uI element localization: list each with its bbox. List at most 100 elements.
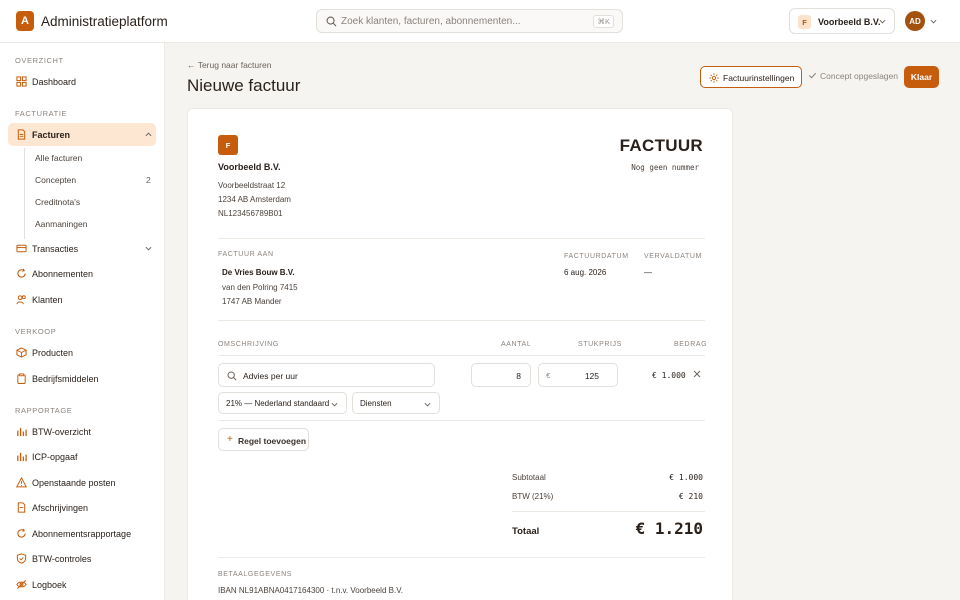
concepten-count: 2	[146, 175, 151, 185]
sidebar-item-klanten[interactable]: Klanten	[8, 288, 156, 311]
sidebar-item-btw-controles[interactable]: BTW-controles	[8, 547, 156, 570]
sidebar-item-label: Afschrijvingen	[32, 503, 89, 513]
done-button[interactable]: Klaar	[904, 66, 939, 88]
customer-address-line: van den Polring 7415	[222, 283, 298, 292]
avatar[interactable]: AD	[905, 11, 925, 31]
org-switcher[interactable]: F Voorbeeld B.V.	[789, 8, 895, 34]
back-link[interactable]: ← Terug naar facturen	[187, 60, 271, 70]
search-icon	[326, 16, 337, 27]
sidebar-item-label: Logboek	[32, 580, 67, 590]
chevron-down-icon	[145, 246, 152, 251]
add-line-button[interactable]: + Regel toevoegen	[218, 428, 309, 451]
vat-rate-value: 21% — Nederland standaard	[226, 399, 330, 408]
chevron-down-icon	[879, 19, 886, 24]
sidebar-item-transacties[interactable]: Transacties	[8, 237, 156, 260]
close-icon[interactable]	[693, 370, 701, 378]
category-value: Diensten	[360, 399, 392, 408]
line-description-value: Advies per uur	[243, 371, 298, 381]
sidebar-item-bedrijfsmiddelen[interactable]: Bedrijfsmiddelen	[8, 367, 156, 390]
sidebar-item-icp-opgaaf[interactable]: ICP-opgaaf	[8, 445, 156, 468]
sidebar-item-label: BTW-controles	[32, 554, 92, 564]
subtotal-value: € 1.000	[669, 473, 703, 482]
search-shortcut: ⌘K	[593, 15, 614, 28]
document-icon	[17, 502, 26, 513]
divider	[512, 511, 705, 512]
company-address-line: Voorbeeldstraat 12	[218, 181, 286, 190]
sidebar-section-label: VERKOOP	[15, 327, 57, 336]
chevron-down-icon	[424, 402, 431, 407]
check-icon	[808, 72, 817, 79]
line-qty-input[interactable]: 8	[471, 363, 531, 387]
column-amount: BEDRAG	[674, 341, 708, 348]
sidebar-item-abonnementsrapportage[interactable]: Abonnementsrapportage	[8, 522, 156, 545]
subtotal-label: Subtotaal	[512, 473, 546, 482]
total-label: Totaal	[512, 526, 540, 537]
column-qty: AANTAL	[501, 341, 532, 348]
sidebar-item-label: Transacties	[32, 244, 79, 254]
company-logo[interactable]: F	[218, 135, 238, 155]
invoice-date[interactable]: 6 aug. 2026	[564, 268, 606, 277]
line-description-input[interactable]: Advies per uur	[218, 363, 435, 387]
sidebar-item-label: Bedrijfsmiddelen	[32, 374, 99, 384]
payment-details: IBAN NL91ABNA0417164300 · t.n.v. Voorbee…	[218, 586, 404, 595]
sidebar-item-producten[interactable]: Producten	[8, 341, 156, 364]
divider	[218, 238, 705, 239]
org-badge: F	[798, 15, 811, 29]
sidebar-subitem-aanmaningen[interactable]: Aanmaningen	[35, 219, 87, 229]
clipboard-icon	[17, 373, 26, 384]
sidebar-item-abonnementen[interactable]: Abonnementen	[8, 262, 156, 285]
customer-address-line: 1747 AB Mander	[222, 297, 282, 306]
sidebar-item-label: Klanten	[32, 295, 63, 305]
sidebar-subitem-concepten[interactable]: Concepten	[35, 175, 76, 185]
sidebar-item-facturen[interactable]: Facturen	[8, 123, 156, 146]
line-price-input[interactable]: € 125	[538, 363, 618, 387]
search-placeholder: Zoek klanten, facturen, abonnementen...	[341, 16, 521, 27]
box-icon	[16, 347, 27, 358]
save-status-label: Concept opgeslagen	[820, 71, 898, 81]
bill-to-label: FACTUUR AAN	[218, 251, 274, 258]
vat-rate-select[interactable]: 21% — Nederland standaard	[218, 392, 347, 414]
sidebar-item-openstaande-posten[interactable]: Openstaande posten	[8, 471, 156, 494]
invoice-card: F Voorbeeld B.V. Voorbeeldstraat 12 1234…	[187, 108, 733, 600]
chevron-down-icon[interactable]	[930, 18, 937, 25]
sidebar-item-logboek[interactable]: Logboek	[8, 573, 156, 596]
due-date[interactable]: —	[644, 268, 652, 277]
currency-symbol: €	[546, 371, 551, 380]
sidebar-item-btw-overzicht[interactable]: BTW-overzicht	[8, 420, 156, 443]
due-date-label: VERVALDATUM	[644, 253, 702, 260]
sidebar-item-label: Abonnementsrapportage	[32, 529, 132, 539]
sidebar-item-afschrijvingen[interactable]: Afschrijvingen	[8, 496, 156, 519]
sidebar-item-label: Producten	[32, 348, 74, 358]
company-name: Voorbeeld B.V.	[218, 162, 281, 172]
app-logo[interactable]: A	[16, 11, 34, 31]
customer-name[interactable]: De Vries Bouw B.V.	[222, 268, 295, 277]
sidebar-item-label: BTW-overzicht	[32, 427, 91, 437]
save-status: Concept opgeslagen	[808, 71, 898, 81]
gear-icon	[709, 73, 719, 83]
plus-icon: +	[227, 434, 233, 445]
grid-icon	[16, 76, 27, 87]
sidebar-section-label: OVERZICHT	[15, 56, 64, 65]
sidebar-item-label: Abonnementen	[32, 269, 94, 279]
line-qty-value: 8	[516, 371, 521, 381]
payment-details-label: BETAALGEGEVENS	[218, 571, 293, 578]
document-title: FACTUUR	[619, 136, 703, 155]
sidebar-section-label: RAPPORTAGE	[15, 406, 73, 415]
divider	[218, 355, 705, 356]
eye-off-icon	[16, 580, 27, 589]
sidebar-subitem-alle-facturen[interactable]: Alle facturen	[35, 153, 82, 163]
category-select[interactable]: Diensten	[352, 392, 440, 414]
submenu-line	[24, 148, 25, 239]
sidebar-item-label: Dashboard	[32, 77, 77, 87]
sidebar-subitem-creditnotas[interactable]: Creditnota's	[35, 197, 80, 207]
column-price: STUKPRIJS	[578, 341, 622, 348]
app-title: Administratieplatform	[41, 14, 168, 29]
search-input[interactable]: Zoek klanten, facturen, abonnementen... …	[316, 9, 623, 33]
company-vat-number: NL123456789B01	[218, 209, 283, 218]
sidebar-section-label: FACTURATIE	[15, 109, 68, 118]
page-title: Nieuwe factuur	[187, 76, 301, 95]
chevron-up-icon	[145, 132, 152, 137]
invoice-settings-button[interactable]: Factuurinstellingen	[700, 66, 802, 88]
sidebar-item-dashboard[interactable]: Dashboard	[8, 70, 156, 93]
invoice-number: Nog geen nummer	[631, 163, 699, 172]
